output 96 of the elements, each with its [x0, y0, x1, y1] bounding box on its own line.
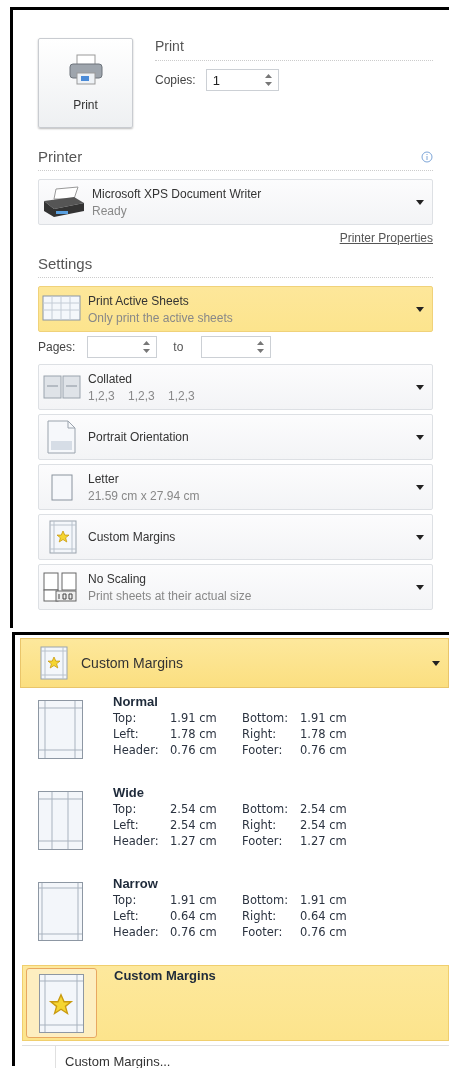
margin-option[interactable]: Normal Top: 1.91 cm Bottom: 1.91 cm Left: 1.78 cm Right: 1.78 cm Header: 0.76 cm Footer: 0.76 cm	[22, 688, 449, 779]
section-heading: Printer	[38, 148, 83, 165]
margin-label: Left:	[113, 726, 140, 742]
section-heading: Settings	[38, 255, 93, 272]
page-from-field[interactable]	[87, 336, 158, 358]
margin-label: Header:	[113, 833, 160, 849]
dropdown-title: Print Active Sheets	[88, 293, 190, 308]
caret-icon	[432, 660, 440, 666]
margin-value: 1.78 cm	[300, 726, 347, 742]
spreadsheet-icon	[42, 294, 82, 324]
margin-label: Right:	[242, 908, 278, 924]
margin-value: 2.54 cm	[170, 801, 218, 817]
margin-label: Left:	[113, 908, 140, 924]
copies-label: Copies:	[155, 73, 196, 87]
margin-label: Left:	[113, 817, 140, 833]
margin-value: 2.54 cm	[300, 817, 347, 833]
printer-name: Microsoft XPS Document Writer	[92, 186, 263, 201]
margin-label: Footer:	[242, 742, 284, 758]
custom-margins-menu-item[interactable]: Custom Margins...	[65, 1054, 171, 1068]
option-name: Normal	[113, 694, 159, 709]
margin-label: Bottom:	[242, 892, 290, 908]
margin-label: Top:	[113, 801, 138, 817]
margin-label: Header:	[113, 924, 160, 940]
margin-option[interactable]: Wide Top: 2.54 cm Bottom: 2.54 cm Left: 2.54 cm Right: 2.54 cm Header: 1.27 cm Footer: 1.27 cm	[22, 779, 449, 870]
margin-value: 0.76 cm	[300, 742, 347, 758]
spinner-arrows-icon	[264, 73, 272, 87]
spinner-arrows-icon	[143, 340, 151, 354]
page-to-field[interactable]	[201, 336, 272, 358]
dropdown-subtitle: Print sheets at their actual size	[88, 588, 253, 603]
margin-label: Bottom:	[242, 801, 290, 817]
dropdown-title: Letter	[88, 471, 120, 486]
margin-label: Right:	[242, 817, 278, 833]
caret-icon	[416, 584, 424, 590]
page-margins-icon	[38, 881, 83, 941]
margin-label: Top:	[113, 710, 138, 726]
margin-label: Bottom:	[242, 710, 290, 726]
page-margins-icon	[38, 699, 83, 759]
margin-value: 1.91 cm	[300, 892, 347, 908]
to-label: to	[173, 340, 184, 354]
margin-value: 1.78 cm	[170, 726, 218, 742]
option-name: Wide	[113, 785, 145, 800]
setting-dropdown[interactable]: Collated 1,2,3 1,2,3 1,2,3	[38, 364, 433, 410]
printer-dropdown[interactable]: Microsoft XPS Document Writer Ready	[38, 179, 433, 225]
margin-value: 0.76 cm	[170, 742, 218, 758]
margin-label: Top:	[113, 892, 138, 908]
page-margins-icon	[38, 790, 83, 850]
dropdown-subtitle: 1,2,3 1,2,3 1,2,3	[88, 388, 196, 403]
dropdown-title: Portrait Orientation	[88, 430, 190, 444]
margin-value: 1.91 cm	[170, 892, 218, 908]
margin-label: Footer:	[242, 833, 284, 849]
margin-option[interactable]: Narrow Top: 1.91 cm Bottom: 1.91 cm Left: 0.64 cm Right: 0.64 cm Header: 0.76 cm Footer: 0.76 cm	[22, 870, 449, 961]
option-name: Narrow	[113, 876, 159, 891]
caret-icon	[416, 534, 424, 540]
setting-dropdown[interactable]: Portrait Orientation	[38, 414, 433, 460]
printer-icon	[67, 54, 104, 86]
margin-value: 2.54 cm	[300, 801, 347, 817]
page-margins-star-icon	[39, 973, 84, 1033]
caret-icon	[416, 199, 424, 205]
setting-dropdown[interactable]: No Scaling Print sheets at their actual size	[38, 564, 433, 610]
margin-value: 2.54 cm	[170, 817, 218, 833]
print-button[interactable]: Print	[38, 38, 133, 128]
setting-dropdown[interactable]: Print Active Sheets Only print the active sheets	[38, 286, 433, 332]
margin-option[interactable]: Custom Margins	[22, 965, 449, 1041]
printer-properties-link[interactable]: Printer Properties	[339, 231, 433, 251]
collated-pages-icon	[42, 372, 82, 402]
margin-value: 0.64 cm	[170, 908, 218, 924]
caret-icon	[416, 306, 424, 312]
dropdown-title: No Scaling	[88, 571, 148, 586]
pages-label: Pages:	[38, 340, 76, 354]
dropdown-subtitle: Only print the active sheets	[88, 310, 234, 325]
option-name: Custom Margins	[114, 968, 216, 983]
printer-icon	[42, 185, 86, 219]
dropdown-title: Custom Margins	[88, 530, 177, 544]
margins-dropdown[interactable]: Custom Margins	[20, 638, 449, 688]
setting-dropdown[interactable]: Letter 21.59 cm x 27.94 cm	[38, 464, 433, 510]
setting-dropdown[interactable]: Custom Margins	[38, 514, 433, 560]
margin-value: 1.27 cm	[170, 833, 218, 849]
printer-status: Ready	[92, 203, 128, 218]
info-icon	[421, 150, 433, 163]
margin-value: 1.91 cm	[170, 710, 218, 726]
dropdown-title: Collated	[88, 371, 134, 386]
margin-value: 0.76 cm	[300, 924, 347, 940]
margin-value: 0.64 cm	[300, 908, 347, 924]
spinner-arrows-icon	[257, 340, 265, 354]
margin-value: 1.91 cm	[300, 710, 347, 726]
caret-icon	[416, 484, 424, 490]
dropdown-subtitle: 21.59 cm x 27.94 cm	[88, 488, 201, 503]
margin-label: Footer:	[242, 924, 284, 940]
caret-icon	[416, 434, 424, 440]
section-title: Print	[155, 38, 433, 61]
caret-icon	[416, 384, 424, 390]
margin-value: 1.27 cm	[300, 833, 347, 849]
copies-field[interactable]: 1	[205, 69, 279, 91]
margin-value: 0.76 cm	[170, 924, 218, 940]
margin-label: Right:	[242, 726, 278, 742]
margin-label: Header:	[113, 742, 160, 758]
